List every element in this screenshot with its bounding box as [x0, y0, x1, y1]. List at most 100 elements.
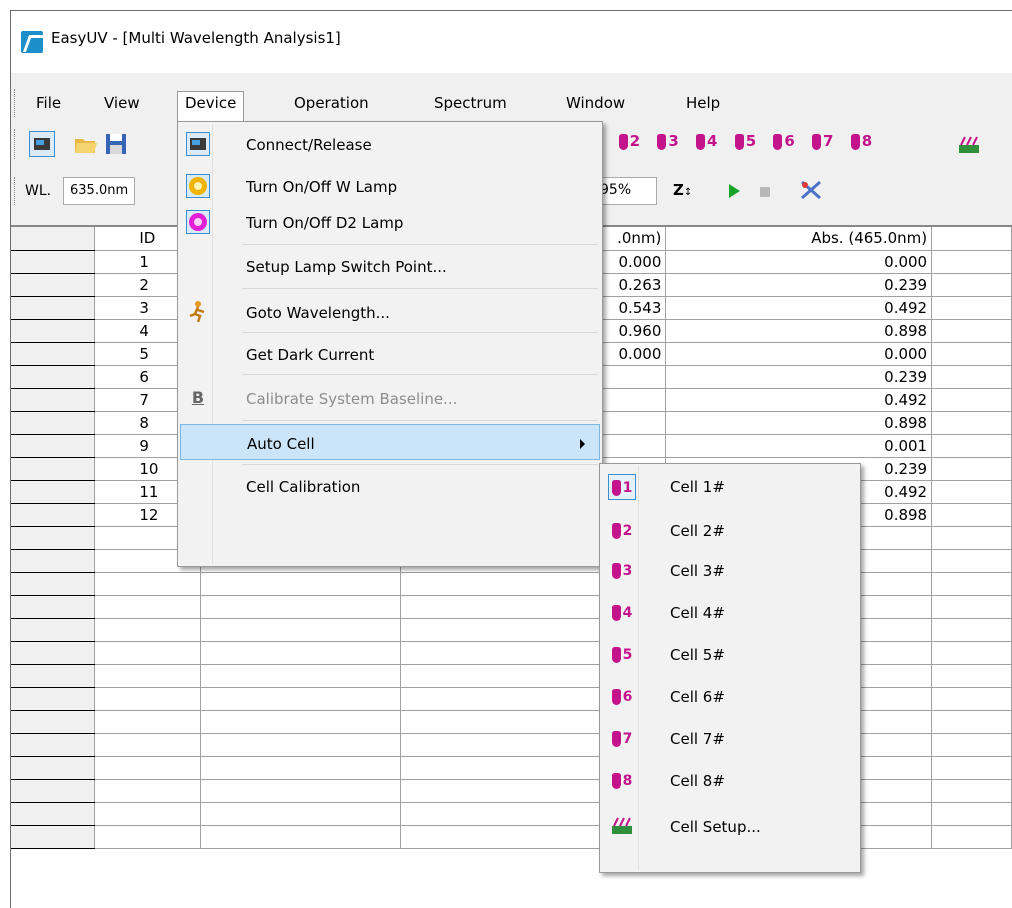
- submenu-item-cell-2[interactable]: 2 Cell 2#: [602, 512, 858, 552]
- cell-4-button[interactable]: 4: [696, 132, 718, 150]
- cell-5[interactable]: [931, 503, 1012, 527]
- row-header[interactable]: [11, 434, 96, 458]
- toolbar-cell-buttons[interactable]: 1 2 3 4 5 6 7 8: [591, 132, 873, 150]
- row-header[interactable]: [11, 365, 96, 389]
- cell-setup-toolbar-button[interactable]: [957, 131, 983, 157]
- cell-2[interactable]: [200, 802, 401, 826]
- cell-id[interactable]: [94, 687, 202, 711]
- submenu-item-cell-setup[interactable]: Cell Setup...: [602, 808, 858, 848]
- menu-item-d2-lamp[interactable]: Turn On/Off D2 Lamp: [180, 204, 600, 240]
- table-row[interactable]: [11, 618, 1012, 642]
- cell-5[interactable]: [931, 296, 1012, 320]
- cell-2[interactable]: [200, 641, 401, 665]
- cell-5[interactable]: [931, 273, 1012, 297]
- cell-5[interactable]: [931, 457, 1012, 481]
- cell-2[interactable]: [200, 825, 401, 849]
- menu-item-connect-release[interactable]: Connect/Release: [180, 126, 600, 162]
- cell-2[interactable]: [200, 664, 401, 688]
- cell-abs-465[interactable]: 0.492: [665, 388, 933, 412]
- cell-5[interactable]: [931, 434, 1012, 458]
- menu-item-cell-calibration[interactable]: Cell Calibration: [180, 468, 600, 504]
- cell-5[interactable]: [931, 572, 1012, 596]
- cell-id[interactable]: [94, 664, 202, 688]
- table-row[interactable]: [11, 710, 1012, 734]
- cell-id[interactable]: [94, 756, 202, 780]
- submenu-item-cell-4[interactable]: 4 Cell 4#: [602, 594, 858, 634]
- cell-id[interactable]: [94, 572, 202, 596]
- cell-3-button[interactable]: 3: [657, 132, 679, 150]
- cell-id[interactable]: [94, 710, 202, 734]
- row-header[interactable]: [11, 457, 96, 481]
- cell-2-button[interactable]: 2: [618, 132, 641, 150]
- cell-abs-465[interactable]: 0.000: [665, 342, 933, 366]
- row-header[interactable]: [11, 802, 96, 826]
- column-header-5[interactable]: [931, 227, 1012, 251]
- row-header[interactable]: [11, 526, 96, 550]
- menu-item-w-lamp[interactable]: Turn On/Off W Lamp: [180, 168, 600, 204]
- row-header[interactable]: [11, 388, 96, 412]
- cell-5-button[interactable]: 5: [734, 132, 757, 150]
- row-header[interactable]: [11, 480, 96, 504]
- cell-8-button[interactable]: 8: [850, 132, 873, 150]
- cell-id[interactable]: [94, 595, 202, 619]
- cell-abs-465[interactable]: 0.001: [665, 434, 933, 458]
- row-header[interactable]: [11, 503, 96, 527]
- cell-5[interactable]: [931, 618, 1012, 642]
- cell-abs-465[interactable]: 0.239: [665, 365, 933, 389]
- row-header[interactable]: [11, 825, 96, 849]
- cell-5[interactable]: [931, 342, 1012, 366]
- cell-2[interactable]: [200, 756, 401, 780]
- open-button[interactable]: [73, 131, 99, 157]
- menu-item-setup-lamp-switch[interactable]: Setup Lamp Switch Point...: [180, 248, 600, 284]
- cell-5[interactable]: [931, 779, 1012, 803]
- row-header[interactable]: [11, 779, 96, 803]
- play-icon[interactable]: [727, 183, 741, 199]
- row-header[interactable]: [11, 319, 96, 343]
- table-row[interactable]: [11, 825, 1012, 849]
- cell-2[interactable]: [200, 710, 401, 734]
- cell-6-button[interactable]: 6: [773, 132, 795, 150]
- cell-2[interactable]: [200, 733, 401, 757]
- row-header[interactable]: [11, 250, 96, 274]
- tools-icon[interactable]: [799, 179, 823, 201]
- cell-5[interactable]: [931, 319, 1012, 343]
- table-row[interactable]: [11, 572, 1012, 596]
- table-row[interactable]: [11, 756, 1012, 780]
- cell-5[interactable]: [931, 388, 1012, 412]
- cell-abs-465[interactable]: 0.000: [665, 250, 933, 274]
- row-header[interactable]: [11, 572, 96, 596]
- cell-abs-465[interactable]: 0.898: [665, 319, 933, 343]
- cell-5[interactable]: [931, 802, 1012, 826]
- stop-icon[interactable]: [759, 186, 771, 198]
- cell-abs-465[interactable]: 0.898: [665, 411, 933, 435]
- row-header[interactable]: [11, 664, 96, 688]
- cell-5[interactable]: [931, 250, 1012, 274]
- submenu-item-cell-3[interactable]: 3 Cell 3#: [602, 552, 858, 592]
- submenu-item-cell-8[interactable]: 8 Cell 8#: [602, 762, 858, 802]
- cell-5[interactable]: [931, 549, 1012, 573]
- menu-operation[interactable]: Operation: [287, 92, 376, 114]
- menu-file[interactable]: File: [29, 92, 68, 114]
- cell-5[interactable]: [931, 411, 1012, 435]
- menu-item-goto-wavelength[interactable]: Goto Wavelength...: [180, 294, 600, 330]
- cell-5[interactable]: [931, 595, 1012, 619]
- table-row[interactable]: [11, 779, 1012, 803]
- menu-view[interactable]: View: [97, 92, 147, 114]
- cell-5[interactable]: [931, 825, 1012, 849]
- column-header-abs-465[interactable]: Abs. (465.0nm): [665, 227, 933, 251]
- cell-2[interactable]: [200, 687, 401, 711]
- table-row[interactable]: [11, 802, 1012, 826]
- cell-abs-465[interactable]: 0.492: [665, 296, 933, 320]
- wl-value-field[interactable]: 635.0nm: [63, 177, 135, 205]
- table-row[interactable]: [11, 641, 1012, 665]
- cell-2[interactable]: [200, 779, 401, 803]
- cell-id[interactable]: [94, 618, 202, 642]
- percent-field[interactable]: 95%: [597, 177, 657, 205]
- cell-2[interactable]: [200, 595, 401, 619]
- cell-5[interactable]: [931, 733, 1012, 757]
- menu-spectrum[interactable]: Spectrum: [427, 92, 514, 114]
- cell-id[interactable]: [94, 733, 202, 757]
- row-header[interactable]: [11, 549, 96, 573]
- submenu-item-cell-5[interactable]: 5 Cell 5#: [602, 636, 858, 676]
- cell-5[interactable]: [931, 687, 1012, 711]
